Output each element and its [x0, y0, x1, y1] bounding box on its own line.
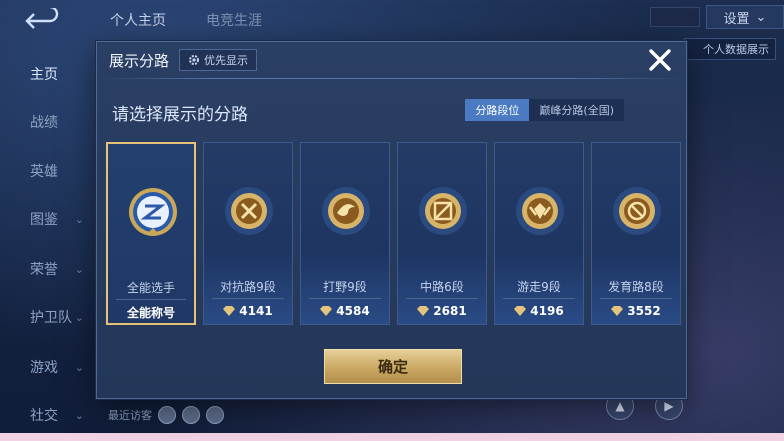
recent-visitors: 最近访客: [108, 406, 224, 424]
avatar[interactable]: [158, 406, 176, 424]
bottom-lane-emblem-icon: [613, 187, 661, 235]
card-score: 全能称号: [108, 304, 194, 321]
card-divider: [406, 298, 478, 299]
card-label: 游走9段: [517, 280, 561, 294]
card-divider: [503, 298, 575, 299]
priority-display-label: 优先显示: [204, 54, 249, 67]
top-lane-emblem-icon: [225, 187, 273, 235]
back-arrow-icon[interactable]: [22, 8, 62, 34]
lane-mode-toggle: 分路段位 巅峰分路(全国): [465, 99, 624, 121]
card-label: 发育路8段: [608, 280, 664, 294]
avatar[interactable]: [206, 406, 224, 424]
chevron-down-icon: ⌄: [74, 212, 84, 226]
sidebar-item-label: 图鉴: [30, 212, 58, 228]
sidebar-item-social[interactable]: 社交 ⌄: [10, 400, 90, 430]
lane-card-roam[interactable]: 游走9段 4196: [494, 142, 584, 325]
detail-tag[interactable]: 个人数据展示: [684, 38, 776, 60]
card-score-value: 4141: [239, 304, 273, 318]
lane-card-jungle[interactable]: 打野9段 4584: [300, 142, 390, 325]
card-score: 4584: [301, 304, 389, 318]
card-label: 对抗路9段: [220, 280, 276, 294]
status-badge: [650, 7, 700, 27]
sidebar-item-label: 英雄: [30, 164, 58, 180]
sidebar-item-label: 主页: [30, 67, 58, 83]
card-score: 2681: [398, 304, 486, 318]
card-label: 打野9段: [323, 280, 367, 294]
lane-card-mid[interactable]: 中路6段 2681: [397, 142, 487, 325]
sidebar-item-home[interactable]: 主页: [10, 59, 90, 89]
modal-header: 展示分路 优先显示: [97, 42, 686, 78]
lane-card-all-round[interactable]: 全能选手 全能称号: [106, 142, 196, 325]
chevron-down-icon: ⌄: [74, 310, 84, 324]
tab-esports[interactable]: 电竞生涯: [206, 10, 262, 30]
jungle-emblem-icon: [322, 187, 370, 235]
gem-icon: [320, 306, 333, 316]
sidebar-item-label: 游戏: [30, 360, 58, 376]
lane-cards: 全能选手 全能称号 对抗路9段 4141 打野9段 4584 中路6段 2681…: [106, 142, 681, 325]
priority-display-button[interactable]: 优先显示: [179, 49, 258, 71]
tab-profile[interactable]: 个人主页: [110, 10, 166, 30]
mid-lane-emblem-icon: [419, 187, 467, 235]
avatar[interactable]: [182, 406, 200, 424]
visitors-label: 最近访客: [108, 409, 152, 422]
sidebar-item-label: 荣誉: [30, 262, 58, 278]
card-score-value: 3552: [627, 304, 661, 318]
gem-icon: [611, 306, 624, 316]
card-score-value: 4196: [530, 304, 564, 318]
chevron-down-icon: ⌄: [74, 262, 84, 276]
chevron-down-icon: ⌄: [74, 360, 84, 374]
sidebar-item-heroes[interactable]: 英雄: [10, 156, 90, 186]
settings-button[interactable]: 设置 ⌄: [706, 5, 784, 29]
sidebar-item-guard[interactable]: 护卫队 ⌄: [10, 302, 90, 332]
sidebar-item-games[interactable]: 游戏 ⌄: [10, 352, 90, 382]
gem-icon: [514, 306, 527, 316]
card-divider: [600, 298, 672, 299]
tab-lane-rank[interactable]: 分路段位: [465, 99, 530, 121]
card-score: 4196: [495, 304, 583, 318]
lane-card-top[interactable]: 对抗路9段 4141: [203, 142, 293, 325]
sidebar-item-label: 社交: [30, 408, 58, 424]
confirm-button[interactable]: 确定: [324, 349, 462, 384]
sidebar-item-codex[interactable]: 图鉴 ⌄: [10, 204, 90, 234]
sidebar-item-honor[interactable]: 荣誉 ⌄: [10, 254, 90, 284]
card-score: 4141: [204, 304, 292, 318]
detail-tag-label: 个人数据展示: [703, 43, 769, 56]
top-right-area: 设置 ⌄: [650, 4, 784, 30]
card-divider: [212, 298, 284, 299]
lane-card-bottom[interactable]: 发育路8段 3552: [591, 142, 681, 325]
card-score-value: 2681: [433, 304, 467, 318]
all-round-emblem-icon: [129, 188, 177, 236]
sidebar-item-record[interactable]: 战绩: [10, 107, 90, 137]
card-score-value: 全能称号: [126, 306, 175, 320]
sidebar-item-label: 战绩: [30, 115, 58, 131]
top-nav: 个人主页 电竞生涯: [110, 10, 262, 30]
tab-peak-lane[interactable]: 巅峰分路(全国): [529, 99, 624, 121]
confirm-label: 确定: [377, 358, 408, 376]
chevron-down-icon: ⌄: [74, 408, 84, 422]
card-label: 中路6段: [420, 280, 464, 294]
card-score: 3552: [592, 304, 680, 318]
card-divider: [309, 298, 381, 299]
close-icon[interactable]: [646, 46, 674, 74]
modal-subtitle: 请选择展示的分路: [112, 105, 248, 125]
chevron-down-icon: ⌄: [755, 9, 767, 25]
gem-icon: [417, 306, 430, 316]
gem-icon: [223, 306, 236, 316]
settings-label: 设置: [723, 11, 750, 27]
card-score-value: 4584: [336, 304, 370, 318]
card-divider: [116, 299, 186, 300]
sidebar-item-label: 护卫队: [30, 310, 72, 326]
gear-icon: [189, 55, 200, 65]
roam-emblem-icon: [516, 187, 564, 235]
header-divider: [97, 78, 686, 79]
card-label: 全能选手: [126, 281, 175, 295]
sidebar: 主页 战绩 英雄 图鉴 ⌄ 荣誉 ⌄ 护卫队 ⌄ 游戏 ⌄ 社交 ⌄: [0, 0, 92, 441]
bottom-strip: [0, 433, 784, 441]
modal-title: 展示分路: [109, 51, 170, 70]
lane-select-modal: 展示分路 优先显示 请选择展示的分路 分路段位 巅峰分路(全国) 全能选手 全能…: [96, 41, 687, 399]
